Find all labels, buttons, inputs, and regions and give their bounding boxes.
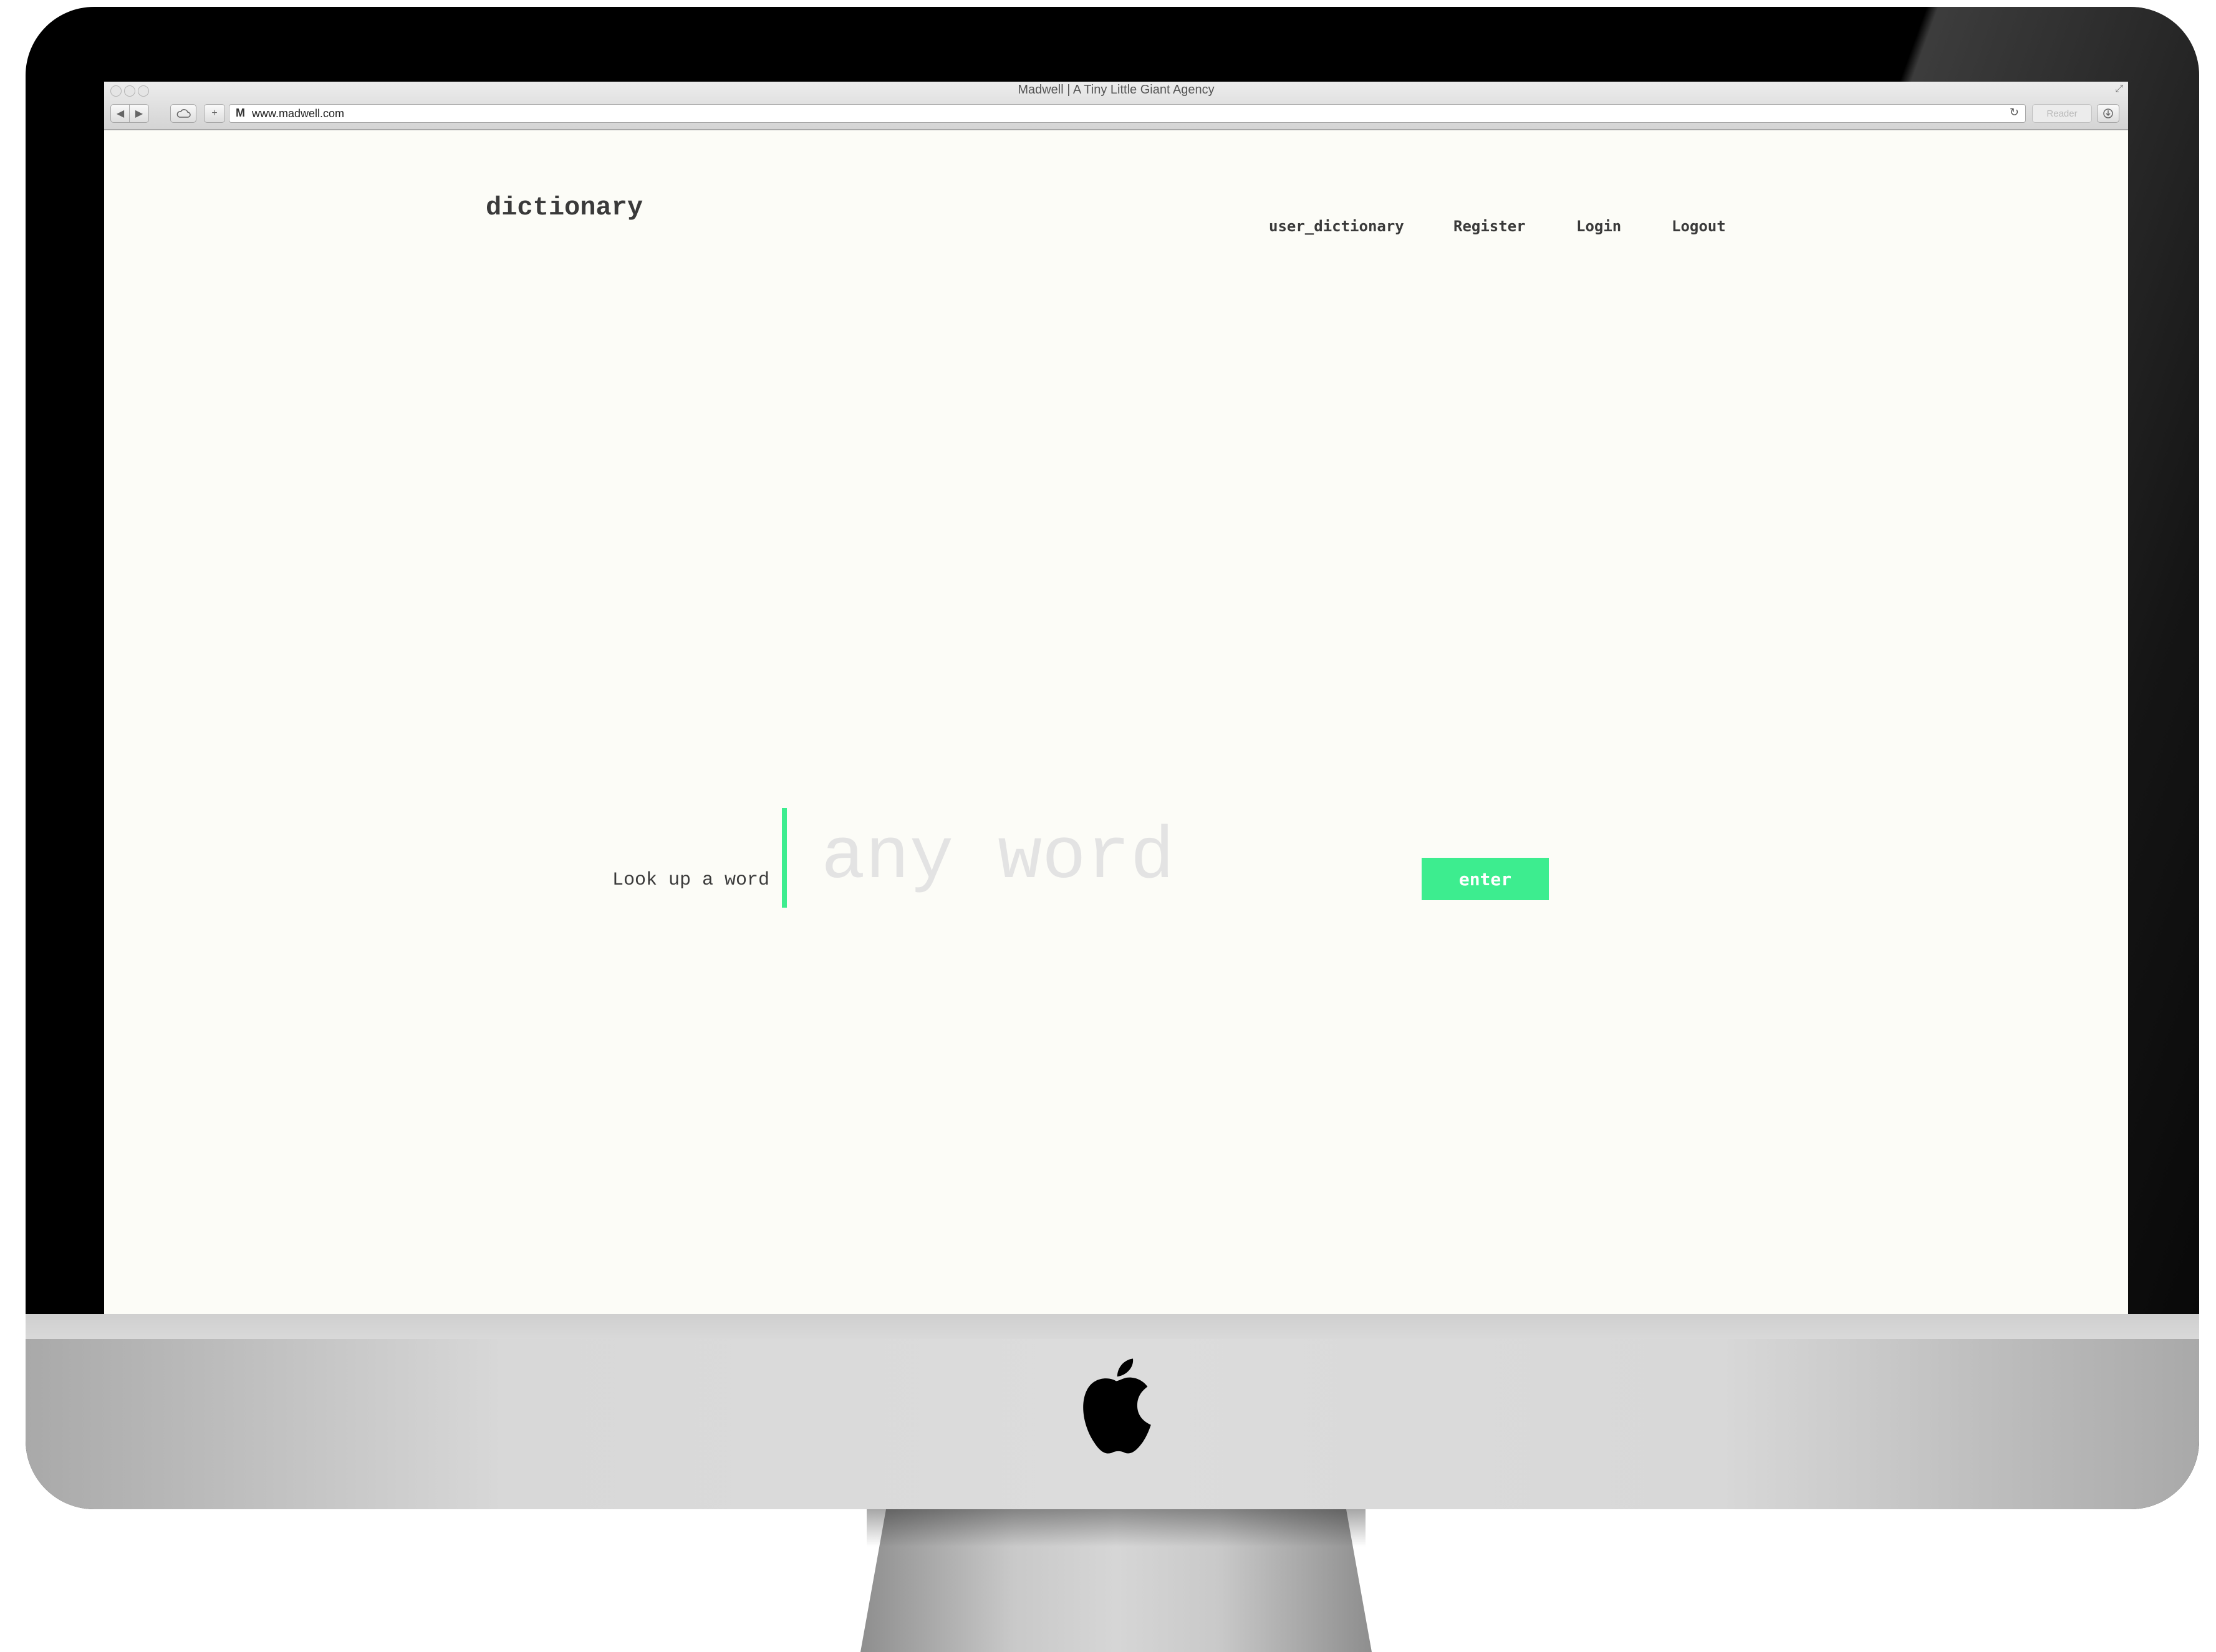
enter-button[interactable]: enter xyxy=(1422,858,1549,900)
reload-icon[interactable]: ↻ xyxy=(2010,106,2019,119)
search-accent-bar xyxy=(782,808,787,908)
forward-button[interactable]: ▶ xyxy=(129,104,149,123)
reader-button[interactable]: Reader xyxy=(2032,104,2092,123)
nav-link-login[interactable]: Login xyxy=(1576,218,1621,235)
forward-arrow-icon: ▶ xyxy=(135,108,143,119)
download-icon xyxy=(2103,108,2113,118)
word-search-input[interactable] xyxy=(821,820,1445,895)
site-favicon-icon: M xyxy=(236,107,245,119)
back-button[interactable]: ◀ xyxy=(110,104,130,123)
nav-link-register[interactable]: Register xyxy=(1453,218,1526,235)
apple-logo-icon xyxy=(1083,1358,1151,1454)
back-arrow-icon: ◀ xyxy=(116,108,125,119)
monitor-chin-edge xyxy=(26,1314,2199,1339)
browser-window: Madwell | A Tiny Little Giant Agency ⤢ ◀… xyxy=(104,82,2128,1314)
cloud-icon xyxy=(176,109,191,118)
address-bar[interactable]: M www.madwell.com ↻ xyxy=(229,104,2026,123)
search-label: Look up a word xyxy=(612,870,770,891)
browser-toolbar: Madwell | A Tiny Little Giant Agency ⤢ ◀… xyxy=(104,82,2128,130)
url-text: www.madwell.com xyxy=(252,107,345,120)
fullscreen-icon[interactable]: ⤢ xyxy=(2115,84,2123,95)
plus-icon: + xyxy=(211,108,218,118)
nav-link-logout[interactable]: Logout xyxy=(1672,218,1726,235)
window-title: Madwell | A Tiny Little Giant Agency xyxy=(1018,83,1215,97)
new-tab-button[interactable]: + xyxy=(204,104,225,123)
monitor-stand-shadow xyxy=(867,1509,1366,1547)
icloud-tabs-button[interactable] xyxy=(170,104,196,123)
downloads-button[interactable] xyxy=(2097,104,2119,123)
site-logo[interactable]: dictionary xyxy=(486,193,643,223)
nav-link-user-dictionary[interactable]: user_dictionary xyxy=(1269,218,1404,235)
